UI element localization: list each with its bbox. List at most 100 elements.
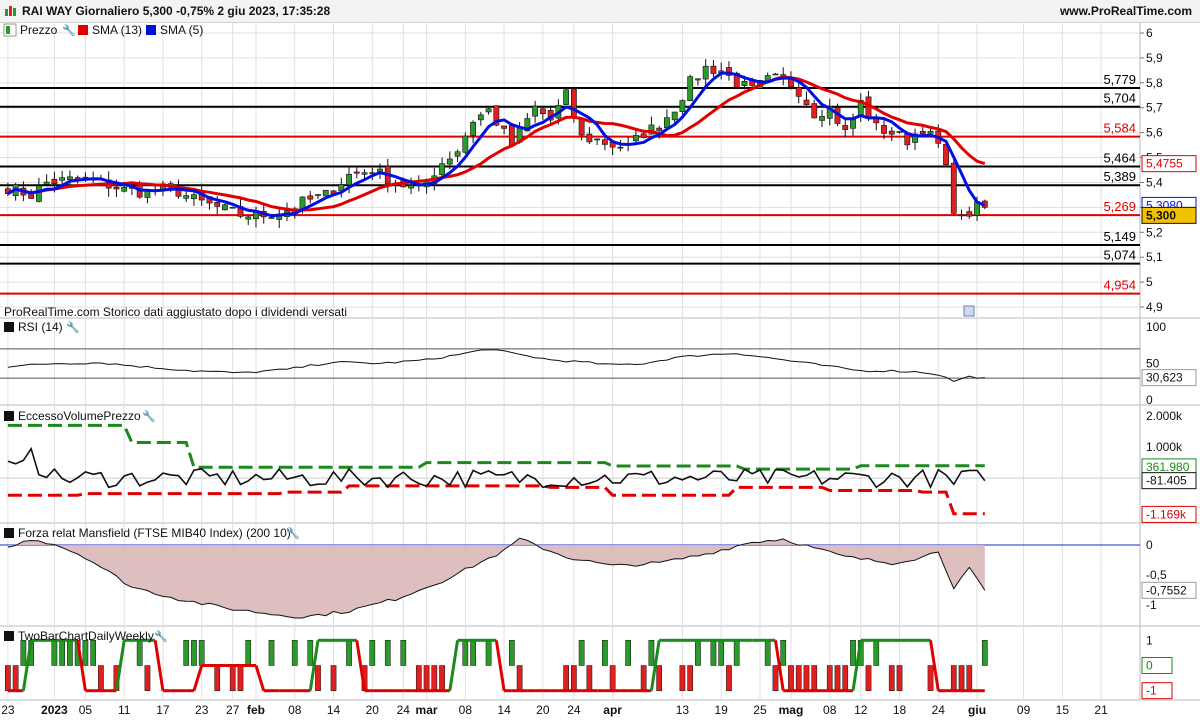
- twobar-bar[interactable]: [470, 640, 476, 666]
- candle-body[interactable]: [59, 177, 66, 181]
- calendar-icon[interactable]: [963, 305, 975, 317]
- candle-body[interactable]: [462, 135, 469, 153]
- candle-body[interactable]: [842, 125, 849, 130]
- twobar-bar[interactable]: [214, 665, 221, 691]
- candle-body[interactable]: [113, 186, 120, 190]
- candle-body[interactable]: [919, 130, 926, 135]
- twobar-bar[interactable]: [571, 665, 577, 691]
- twobar-bar[interactable]: [873, 640, 880, 666]
- twobar-bar[interactable]: [888, 665, 895, 691]
- twobar-bar[interactable]: [625, 640, 632, 666]
- twobar-bar[interactable]: [12, 665, 19, 691]
- candle-body[interactable]: [656, 127, 663, 131]
- twobar-bar[interactable]: [648, 640, 655, 666]
- candle-body[interactable]: [570, 88, 577, 119]
- twobar-bar[interactable]: [826, 665, 833, 691]
- candle-body[interactable]: [741, 80, 748, 86]
- candle-body[interactable]: [679, 100, 686, 112]
- twobar-bar[interactable]: [369, 640, 376, 666]
- twobar-bar[interactable]: [764, 640, 771, 666]
- candle-body[interactable]: [594, 138, 601, 141]
- twobar-bar[interactable]: [20, 640, 27, 666]
- candle-body[interactable]: [183, 195, 190, 199]
- twobar-bar[interactable]: [82, 640, 89, 666]
- candle-body[interactable]: [346, 173, 352, 186]
- twobar-bar[interactable]: [850, 640, 856, 666]
- twobar-bar[interactable]: [315, 665, 321, 691]
- twobar-bar[interactable]: [578, 640, 585, 666]
- candle-body[interactable]: [51, 178, 58, 185]
- twobar-bar[interactable]: [795, 665, 802, 691]
- twobar-bar[interactable]: [834, 665, 841, 691]
- twobar-bar[interactable]: [330, 665, 337, 691]
- twobar-bar[interactable]: [586, 665, 593, 691]
- twobar-bar[interactable]: [485, 640, 492, 666]
- twobar-bar[interactable]: [695, 640, 701, 666]
- twobar-bar[interactable]: [291, 640, 298, 666]
- candle-body[interactable]: [927, 130, 934, 134]
- twobar-bar[interactable]: [198, 640, 205, 666]
- candle-body[interactable]: [353, 171, 360, 174]
- candle-body[interactable]: [67, 176, 73, 180]
- candle-body[interactable]: [322, 189, 329, 197]
- candle-body[interactable]: [702, 65, 709, 80]
- twobar-bar[interactable]: [966, 665, 973, 691]
- candle-body[interactable]: [501, 125, 507, 129]
- twobar-bar[interactable]: [268, 640, 275, 666]
- candle-body[interactable]: [214, 202, 221, 207]
- candle-body[interactable]: [446, 158, 453, 165]
- candle-body[interactable]: [950, 162, 957, 214]
- candle-body[interactable]: [772, 73, 779, 76]
- twobar-bar[interactable]: [307, 640, 314, 666]
- candle-body[interactable]: [664, 117, 670, 128]
- candle-body[interactable]: [578, 119, 585, 136]
- twobar-bar[interactable]: [462, 640, 469, 666]
- candle-body[interactable]: [687, 76, 694, 101]
- candle-body[interactable]: [315, 194, 321, 196]
- twobar-bar[interactable]: [183, 640, 190, 666]
- twobar-bar[interactable]: [602, 640, 608, 666]
- candle-body[interactable]: [803, 99, 810, 105]
- candle-body[interactable]: [966, 211, 973, 217]
- twobar-bar[interactable]: [865, 665, 872, 691]
- candle-body[interactable]: [881, 125, 887, 134]
- candle-body[interactable]: [633, 135, 639, 142]
- twobar-bar[interactable]: [384, 640, 391, 666]
- twobar-bar[interactable]: [772, 665, 779, 691]
- candle-body[interactable]: [408, 185, 414, 189]
- twobar-bar[interactable]: [191, 640, 197, 666]
- candle-body[interactable]: [307, 195, 314, 200]
- candle-body[interactable]: [222, 204, 228, 211]
- candle-body[interactable]: [888, 130, 895, 135]
- candle-body[interactable]: [640, 133, 647, 138]
- twobar-bar[interactable]: [896, 665, 903, 691]
- twobar-bar[interactable]: [237, 665, 244, 691]
- twobar-bar[interactable]: [718, 640, 725, 666]
- twobar-bar[interactable]: [679, 665, 686, 691]
- twobar-bar[interactable]: [950, 665, 957, 691]
- candle-body[interactable]: [361, 172, 368, 175]
- candle-body[interactable]: [470, 121, 476, 136]
- candle-body[interactable]: [229, 206, 236, 209]
- candle-body[interactable]: [43, 181, 50, 185]
- twobar-bar[interactable]: [609, 665, 616, 691]
- candle-body[interactable]: [586, 133, 593, 143]
- candle-body[interactable]: [191, 194, 197, 200]
- twobar-bar[interactable]: [229, 665, 236, 691]
- candle-body[interactable]: [695, 78, 701, 81]
- candle-body[interactable]: [563, 89, 570, 105]
- candle-body[interactable]: [35, 185, 42, 202]
- twobar-bar[interactable]: [780, 640, 787, 666]
- twobar-bar[interactable]: [842, 665, 849, 691]
- candle-body[interactable]: [454, 151, 461, 157]
- twobar-bar[interactable]: [958, 665, 965, 691]
- candle-body[interactable]: [896, 131, 903, 133]
- candle-body[interactable]: [121, 187, 128, 192]
- twobar-bar[interactable]: [415, 665, 422, 691]
- twobar-bar[interactable]: [5, 665, 11, 691]
- candle-body[interactable]: [485, 108, 492, 113]
- candle-body[interactable]: [539, 108, 546, 115]
- candle-body[interactable]: [601, 139, 608, 145]
- twobar-bar[interactable]: [733, 640, 740, 666]
- twobar-bar[interactable]: [400, 640, 407, 666]
